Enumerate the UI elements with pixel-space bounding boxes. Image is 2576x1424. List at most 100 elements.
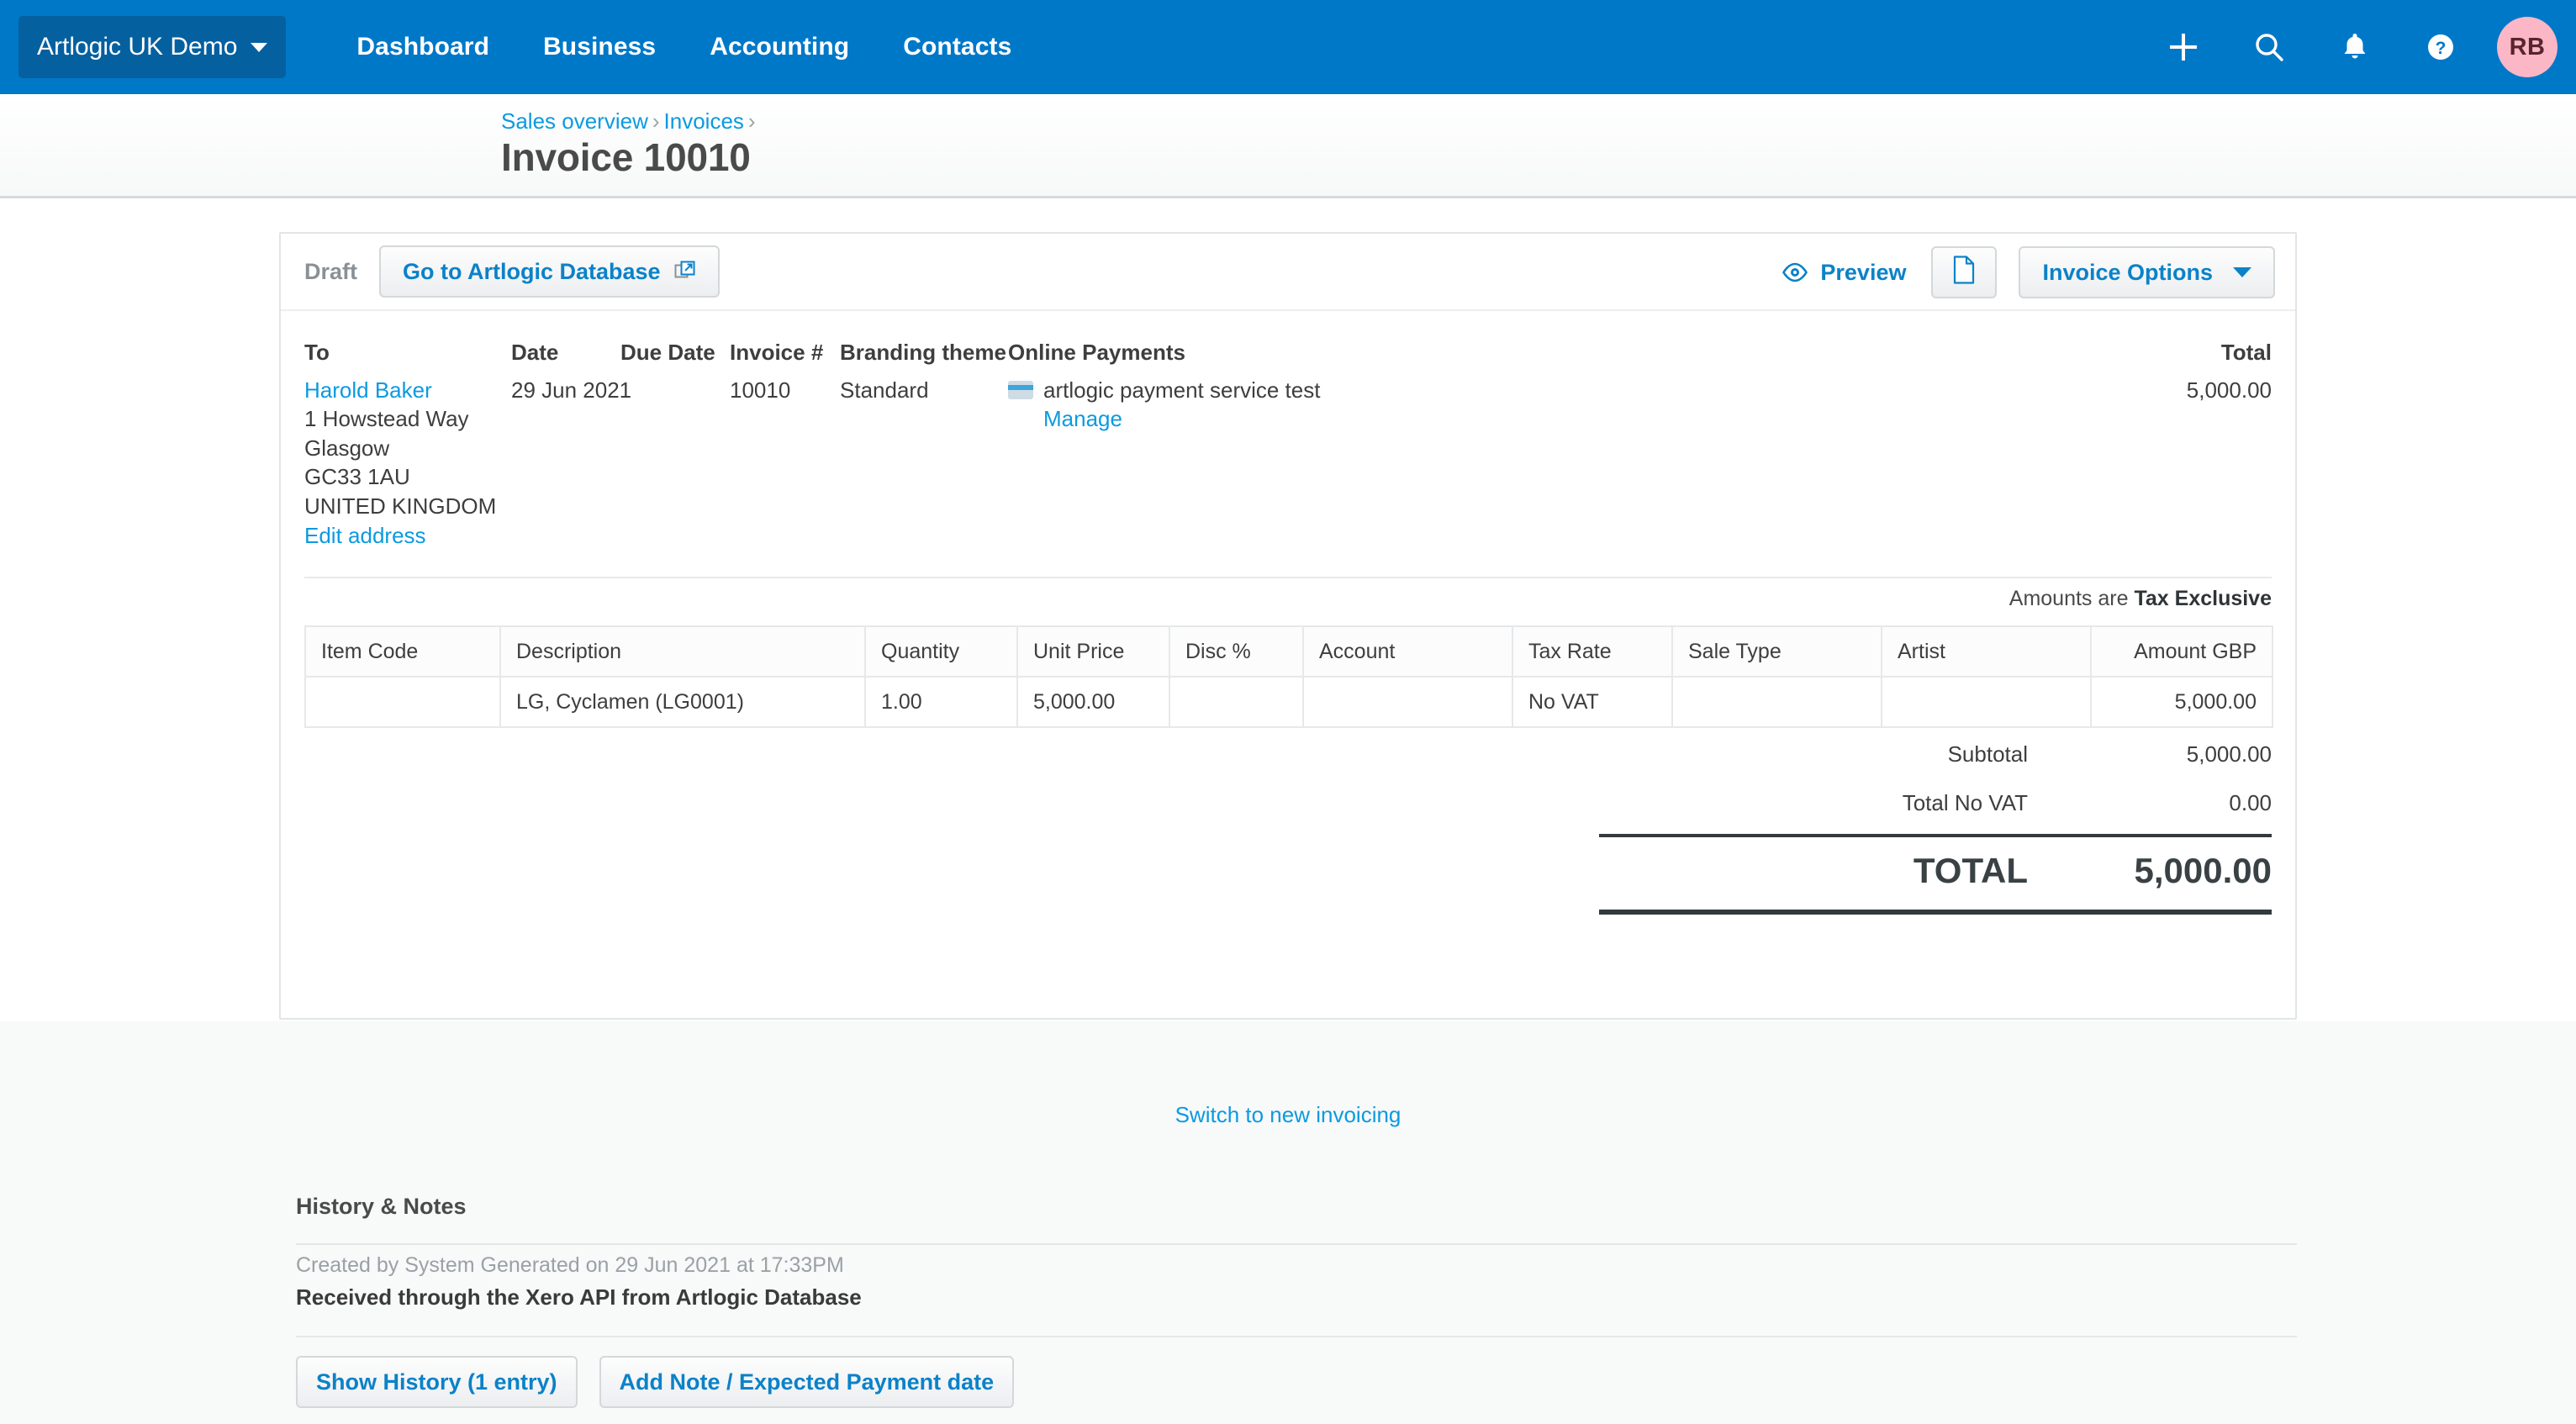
nav-item-dashboard[interactable]: Dashboard (330, 33, 516, 61)
grand-total-value: 5,000.00 (2134, 851, 2272, 890)
breadcrumb-separator-2: › (747, 108, 756, 134)
breadcrumb: Sales overview › Invoices › (501, 108, 760, 134)
nav-right-actions: ? RB (2129, 0, 2576, 94)
branding-theme-label: Branding theme (840, 340, 1006, 365)
contact-name-link[interactable]: Harold Baker (304, 377, 432, 403)
show-history-button[interactable]: Show History (1 entry) (296, 1356, 578, 1408)
cell-amount[interactable]: 5,000.00 (2090, 676, 2273, 728)
breadcrumb-item-invoices[interactable]: Invoices (664, 108, 744, 134)
nav-item-contacts[interactable]: Contacts (876, 33, 1038, 61)
edit-address-link[interactable]: Edit address (304, 523, 426, 548)
column-header-artist: Artist (1881, 625, 2092, 678)
invoice-toolbar-actions: Preview Invoice Options (1782, 234, 2275, 311)
preview-button[interactable]: Preview (1782, 260, 1906, 286)
invoice-options-label: Invoice Options (2042, 259, 2213, 285)
top-navigation-bar: Artlogic UK Demo Dashboard Business Acco… (0, 0, 2576, 94)
invoice-meta: To Harold Baker 1 Howstead Way Glasgow G… (281, 311, 2295, 548)
tax-note-value: Tax Exclusive (2134, 587, 2272, 610)
cell-unit-price[interactable]: 5,000.00 (1016, 676, 1170, 728)
cell-artist[interactable] (1881, 676, 2092, 728)
address-line-1: 1 Howstead Way (304, 406, 469, 432)
column-header-quantity: Quantity (864, 625, 1018, 678)
avatar[interactable]: RB (2497, 17, 2558, 77)
invoice-toolbar: Draft Go to Artlogic Database Preview In… (281, 234, 2295, 311)
manage-payments-link[interactable]: Manage (1043, 406, 1122, 431)
help-icon[interactable]: ? (2410, 16, 2472, 78)
below-card-area: Switch to new invoicing History & Notes … (0, 1021, 2576, 1424)
preview-label: Preview (1820, 259, 1907, 285)
meta-divider (304, 577, 2272, 578)
document-icon (1952, 255, 1976, 290)
grand-total-row: TOTAL 5,000.00 (1599, 837, 2272, 905)
external-link-icon (674, 261, 696, 282)
cell-account[interactable] (1302, 676, 1513, 728)
cell-tax-rate[interactable]: No VAT (1512, 676, 1673, 728)
primary-nav: Dashboard Business Accounting Contacts (330, 33, 1038, 61)
page-title: Invoice 10010 (501, 135, 751, 179)
switch-to-new-invoicing-link[interactable]: Switch to new invoicing (0, 1102, 2576, 1128)
totals-panel: Subtotal 5,000.00 Total No VAT 0.00 TOTA… (1599, 730, 2272, 915)
svg-text:?: ? (2436, 39, 2447, 58)
address-line-4: UNITED KINGDOM (304, 493, 497, 519)
invoice-card: Draft Go to Artlogic Database Preview In… (279, 232, 2297, 1020)
address-line-3: GC33 1AU (304, 464, 410, 490)
tax-total-label: Total No VAT (1902, 789, 2028, 815)
invoice-options-button[interactable]: Invoice Options (2019, 246, 2275, 298)
cell-disc[interactable] (1169, 676, 1304, 728)
grand-total-double-rule (1599, 910, 2272, 915)
subtotal-label: Subtotal (1947, 741, 2028, 767)
payment-service-name: artlogic payment service test (1043, 377, 1321, 403)
search-icon[interactable] (2238, 16, 2300, 78)
meta-to: To Harold Baker 1 Howstead Way Glasgow G… (304, 340, 496, 550)
meta-date: Date 29 Jun 2021 (511, 340, 631, 404)
history-entry-meta: Created by System Generated on 29 Jun 20… (296, 1253, 844, 1277)
bell-icon[interactable] (2324, 16, 2386, 78)
tax-note-prefix: Amounts are (2009, 587, 2129, 610)
grand-total-label: TOTAL (1913, 851, 2028, 890)
column-header-disc: Disc % (1169, 625, 1304, 678)
org-switcher-button[interactable]: Artlogic UK Demo (18, 16, 287, 78)
status-badge: Draft (304, 258, 358, 284)
cell-sale-type[interactable] (1671, 676, 1882, 728)
column-header-description: Description (499, 625, 866, 678)
history-and-notes-title: History & Notes (296, 1194, 467, 1219)
column-header-account: Account (1302, 625, 1513, 678)
branding-theme-value: Standard (840, 377, 929, 403)
tax-treatment-note: Amounts are Tax Exclusive (2009, 587, 2272, 611)
nav-item-accounting[interactable]: Accounting (683, 33, 876, 61)
meta-online-payments: Online Payments artlogic payment service… (1008, 340, 1320, 434)
online-payments-label: Online Payments (1008, 340, 1185, 365)
chevron-down-icon (251, 42, 268, 52)
total-value: 5,000.00 (2186, 377, 2272, 403)
table-header-row: Item Code Description Quantity Unit Pric… (304, 625, 2273, 678)
meta-total: Total 5,000.00 (2187, 340, 2272, 404)
column-header-unit-price: Unit Price (1016, 625, 1170, 678)
column-header-item-code: Item Code (304, 625, 501, 678)
breadcrumb-item-sales-overview[interactable]: Sales overview (501, 108, 648, 134)
date-value: 29 Jun 2021 (511, 377, 632, 403)
eye-icon (1782, 262, 1808, 282)
cell-description[interactable]: LG, Cyclamen (LG0001) (499, 676, 866, 728)
table-row[interactable]: LG, Cyclamen (LG0001) 1.00 5,000.00 No V… (304, 676, 2273, 728)
add-note-button[interactable]: Add Note / Expected Payment date (599, 1356, 1015, 1408)
due-date-label: Due Date (620, 340, 715, 365)
invoice-number-value: 10010 (730, 377, 791, 403)
address-line-2: Glasgow (304, 435, 390, 461)
cell-quantity[interactable]: 1.00 (864, 676, 1018, 728)
history-divider-bottom (296, 1336, 2297, 1337)
new-document-button[interactable] (1931, 246, 1998, 298)
history-entry-text: Received through the Xero API from Artlo… (296, 1284, 862, 1310)
date-label: Date (511, 340, 559, 365)
nav-item-business[interactable]: Business (516, 33, 683, 61)
line-items-table: Item Code Description Quantity Unit Pric… (304, 625, 2273, 728)
cell-item-code[interactable] (304, 676, 501, 728)
credit-card-icon (1008, 381, 1033, 399)
invoice-number-label: Invoice # (730, 340, 824, 365)
avatar-initials: RB (2509, 33, 2546, 61)
go-to-artlogic-database-label: Go to Artlogic Database (403, 258, 661, 284)
plus-icon[interactable] (2152, 16, 2214, 78)
tax-total-value: 0.00 (2229, 789, 2272, 815)
meta-branding-theme: Branding theme Standard (840, 340, 1006, 404)
go-to-artlogic-database-button[interactable]: Go to Artlogic Database (379, 245, 720, 298)
column-header-amount: Amount GBP (2090, 625, 2273, 678)
